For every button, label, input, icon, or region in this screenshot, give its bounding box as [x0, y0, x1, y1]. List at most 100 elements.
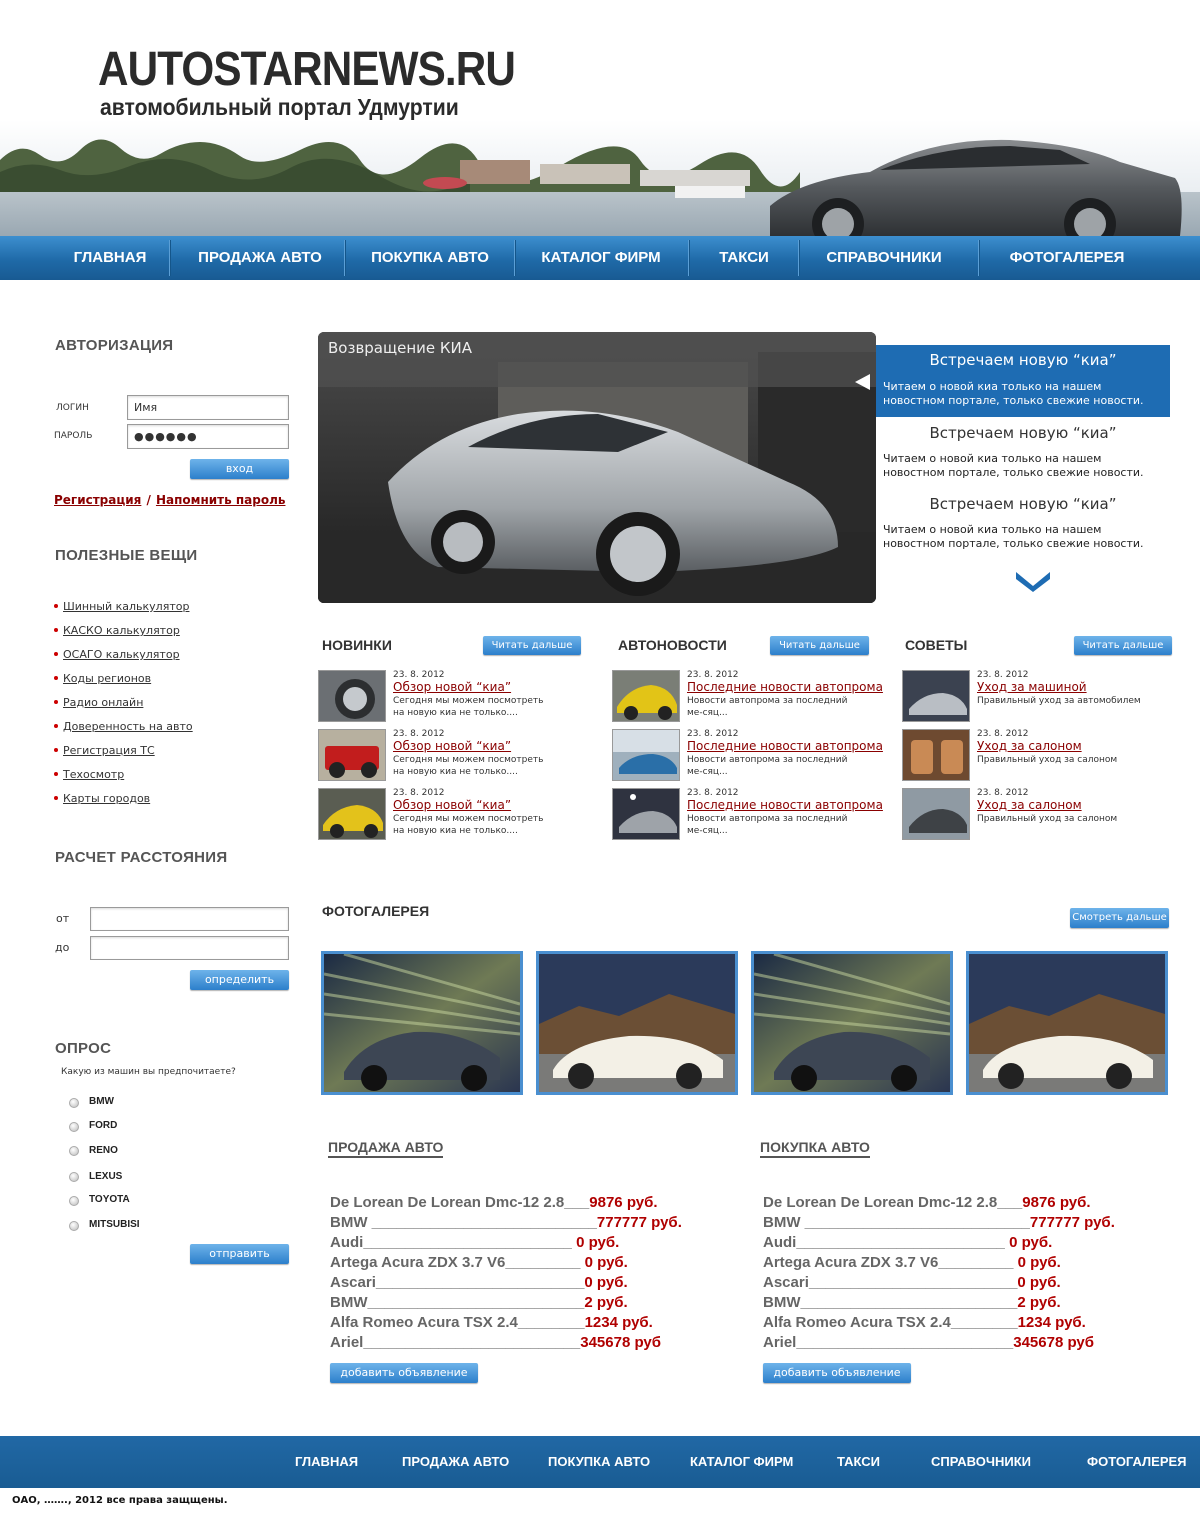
chevron-down-icon[interactable]	[1014, 569, 1052, 593]
footer-nav-taxi[interactable]: ТАКСИ	[837, 1436, 880, 1488]
poll-radio[interactable]	[69, 1172, 79, 1182]
useful-link[interactable]: Доверенность на авто	[63, 720, 193, 733]
list-item[interactable]: De Lorean De Lorean Dmc-12 2.8___9876 ру…	[330, 1193, 682, 1213]
password-input[interactable]: ●●●●●●	[127, 424, 289, 449]
list-item[interactable]: Ascari_________________________0 руб.	[330, 1273, 682, 1293]
list-item[interactable]: Радио онлайн	[54, 691, 193, 715]
news-thumb[interactable]	[318, 788, 386, 840]
useful-link[interactable]: КАСКО калькулятор	[63, 624, 180, 637]
add-ad-button[interactable]: добавить объявление	[330, 1363, 478, 1383]
useful-link[interactable]: Коды регионов	[63, 672, 151, 685]
news-thumb[interactable]	[902, 729, 970, 781]
nav-home[interactable]: ГЛАВНАЯ	[58, 236, 162, 280]
list-item[interactable]: Доверенность на авто	[54, 715, 193, 739]
footer-nav-directories[interactable]: СПРАВОЧНИКИ	[931, 1436, 1031, 1488]
news-title-link[interactable]: Последние новости автопрома	[687, 739, 883, 753]
poll-radio[interactable]	[69, 1221, 79, 1231]
useful-link[interactable]: Регистрация ТС	[63, 744, 155, 757]
poll-option[interactable]: FORD	[89, 1120, 117, 1131]
list-item[interactable]: Alfa Romeo Acura TSX 2.4________1234 руб…	[763, 1313, 1115, 1333]
list-item[interactable]: ОСАГО калькулятор	[54, 643, 193, 667]
slider-news-title[interactable]: Встречаем новую “киа”	[876, 424, 1170, 442]
list-item[interactable]: Ariel__________________________345678 ру…	[330, 1333, 682, 1353]
poll-radio[interactable]	[69, 1196, 79, 1206]
list-item[interactable]: Регистрация ТС	[54, 739, 193, 763]
list-item[interactable]: Audi_________________________ 0 руб.	[763, 1233, 1115, 1253]
news-thumb[interactable]	[612, 788, 680, 840]
remind-password-link[interactable]: Напомнить пароль	[156, 493, 286, 507]
nav-gallery[interactable]: ФОТОГАЛЕРЕЯ	[984, 236, 1150, 280]
register-link[interactable]: Регистрация	[54, 493, 141, 507]
news-title-link[interactable]: Обзор новой “киа”	[393, 680, 511, 694]
news-title-link[interactable]: Обзор новой “киа”	[393, 798, 511, 812]
news-thumb[interactable]	[902, 788, 970, 840]
slider-prev-arrow-icon[interactable]	[855, 374, 870, 390]
list-item[interactable]: BMW ___________________________777777 ру…	[763, 1213, 1115, 1233]
nav-taxi[interactable]: ТАКСИ	[694, 236, 794, 280]
useful-link[interactable]: Шинный калькулятор	[63, 600, 189, 613]
footer-nav-buy[interactable]: ПОКУПКА АВТО	[548, 1436, 650, 1488]
nav-directories[interactable]: СПРАВОЧНИКИ	[804, 236, 964, 280]
news-title-link[interactable]: Уход за машиной	[977, 680, 1087, 694]
list-item[interactable]: Ariel__________________________345678 ру…	[763, 1333, 1115, 1353]
list-item[interactable]: Техосмотр	[54, 763, 193, 787]
footer-nav-sale[interactable]: ПРОДАЖА АВТО	[402, 1436, 509, 1488]
poll-radio[interactable]	[69, 1146, 79, 1156]
list-item[interactable]: Ascari_________________________0 руб.	[763, 1273, 1115, 1293]
useful-link[interactable]: Карты городов	[63, 792, 150, 805]
news-title-link[interactable]: Последние новости автопрома	[687, 798, 883, 812]
news-thumb[interactable]	[612, 729, 680, 781]
poll-option[interactable]: LEXUS	[89, 1171, 122, 1182]
poll-option[interactable]: RENO	[89, 1145, 118, 1156]
news-thumb[interactable]	[318, 670, 386, 722]
news-title-link[interactable]: Уход за салоном	[977, 739, 1082, 753]
gallery-photo[interactable]	[966, 951, 1168, 1095]
news-title-link[interactable]: Последние новости автопрома	[687, 680, 883, 694]
read-more-button[interactable]: Читать дальше	[483, 636, 581, 655]
footer-nav-catalog[interactable]: КАТАЛОГ ФИРМ	[690, 1436, 793, 1488]
poll-radio[interactable]	[69, 1122, 79, 1132]
poll-option[interactable]: MITSUBISI	[89, 1219, 140, 1230]
footer-nav-gallery[interactable]: ФОТОГАЛЕРЕЯ	[1087, 1436, 1187, 1488]
calculate-button[interactable]: определить	[190, 970, 289, 990]
to-input[interactable]	[90, 936, 289, 960]
list-item[interactable]: Audi_________________________ 0 руб.	[330, 1233, 682, 1253]
list-item[interactable]: Alfa Romeo Acura TSX 2.4________1234 руб…	[330, 1313, 682, 1333]
read-more-button[interactable]: Читать дальше	[770, 636, 869, 655]
login-input[interactable]: Имя	[127, 395, 289, 420]
poll-option[interactable]: BMW	[89, 1096, 114, 1107]
news-thumb[interactable]	[612, 670, 680, 722]
news-thumb[interactable]	[318, 729, 386, 781]
list-item[interactable]: Карты городов	[54, 787, 193, 811]
gallery-photo[interactable]	[321, 951, 523, 1095]
poll-submit-button[interactable]: отправить	[190, 1244, 289, 1264]
list-item[interactable]: Artega Acura ZDX 3.7 V6_________ 0 руб.	[763, 1253, 1115, 1273]
useful-link[interactable]: Техосмотр	[63, 768, 124, 781]
poll-option[interactable]: TOYOTA	[89, 1194, 130, 1205]
footer-nav-home[interactable]: ГЛАВНАЯ	[295, 1436, 358, 1488]
list-item[interactable]: BMW__________________________2 руб.	[763, 1293, 1115, 1313]
news-thumb[interactable]	[902, 670, 970, 722]
list-item[interactable]: Шинный калькулятор	[54, 595, 193, 619]
gallery-photo[interactable]	[751, 951, 953, 1095]
list-item[interactable]: BMW ___________________________777777 ру…	[330, 1213, 682, 1233]
news-title-link[interactable]: Уход за салоном	[977, 798, 1082, 812]
nav-buy[interactable]: ПОКУПКА АВТО	[352, 236, 508, 280]
poll-radio[interactable]	[69, 1098, 79, 1108]
list-item[interactable]: BMW__________________________2 руб.	[330, 1293, 682, 1313]
list-item[interactable]: КАСКО калькулятор	[54, 619, 193, 643]
featured-slider[interactable]: Возвращение КИА	[318, 332, 876, 603]
useful-link[interactable]: Радио онлайн	[63, 696, 143, 709]
see-more-button[interactable]: Смотреть дальше	[1070, 908, 1169, 928]
useful-link[interactable]: ОСАГО калькулятор	[63, 648, 180, 661]
add-ad-button[interactable]: добавить объявление	[763, 1363, 911, 1383]
gallery-photo[interactable]	[536, 951, 738, 1095]
list-item[interactable]: Artega Acura ZDX 3.7 V6_________ 0 руб.	[330, 1253, 682, 1273]
login-button[interactable]: вход	[190, 459, 289, 479]
read-more-button[interactable]: Читать дальше	[1074, 636, 1172, 655]
news-title-link[interactable]: Обзор новой “киа”	[393, 739, 511, 753]
nav-catalog[interactable]: КАТАЛОГ ФИРМ	[520, 236, 682, 280]
nav-sale[interactable]: ПРОДАЖА АВТО	[180, 236, 340, 280]
from-input[interactable]	[90, 907, 289, 931]
list-item[interactable]: Коды регионов	[54, 667, 193, 691]
